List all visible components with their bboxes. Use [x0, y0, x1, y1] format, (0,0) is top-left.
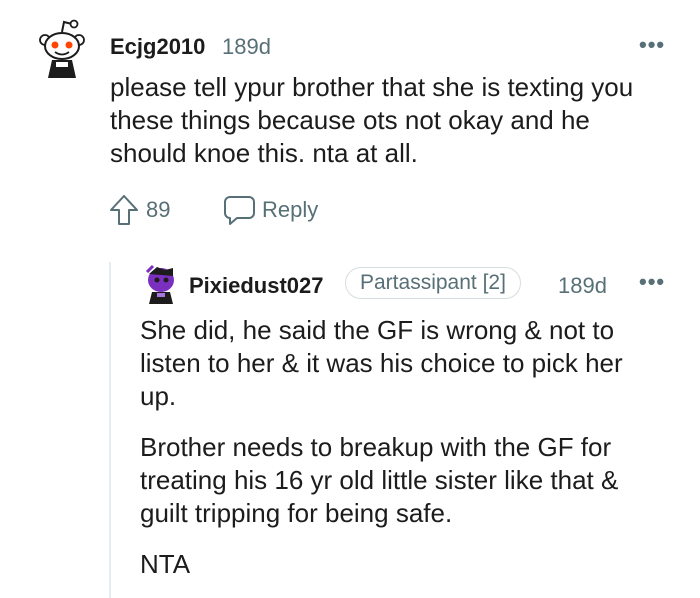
reply-timestamp: 189d: [558, 273, 607, 298]
reply-label: Reply: [262, 197, 319, 222]
upvote-count: 89: [146, 197, 171, 222]
reply-line: guilt tripping for being safe.: [140, 498, 453, 528]
reply-line: NTA: [140, 549, 191, 579]
purple-avatar-icon[interactable]: [143, 264, 179, 304]
reply-paragraph: She did, he said the GF is wrong & not t…: [140, 314, 690, 413]
user-flair-badge: Partassipant [2]: [345, 267, 521, 299]
reply-line: listen to her & it was his choice to pic…: [140, 348, 623, 378]
more-dots-icon[interactable]: •••: [639, 269, 665, 295]
reply-line: She did, he said the GF is wrong & not t…: [140, 315, 615, 345]
thread-line[interactable]: [109, 262, 111, 598]
snoo-avatar-icon[interactable]: [36, 16, 88, 80]
comment-line: these things because ots not okay and he: [110, 105, 590, 135]
reply-button[interactable]: Reply: [222, 194, 318, 226]
comment-line: please tell ypur brother that she is tex…: [110, 72, 634, 102]
reply-body: She did, he said the GF is wrong & not t…: [140, 314, 690, 581]
reply-paragraph: Brother needs to breakup with the GF for…: [140, 431, 690, 530]
comment-body: please tell ypur brother that she is tex…: [110, 71, 690, 170]
upvote-arrow-icon[interactable]: [108, 193, 140, 227]
comment-timestamp: 189d: [222, 34, 271, 59]
reply-line: Brother needs to breakup with the GF for: [140, 432, 612, 462]
comment-username[interactable]: Ecjg2010: [110, 34, 205, 60]
reply-line: up.: [140, 381, 177, 411]
reply-line: treating his 16 yr old little sister lik…: [140, 465, 619, 495]
more-dots-icon[interactable]: •••: [639, 32, 665, 58]
reply-paragraph: NTA: [140, 548, 690, 581]
comment-line: should knoe this. nta at all.: [110, 138, 418, 168]
upvote-button[interactable]: 89: [108, 193, 170, 227]
reply-bubble-icon[interactable]: [222, 194, 256, 226]
reply-username[interactable]: Pixiedust027: [189, 273, 324, 299]
